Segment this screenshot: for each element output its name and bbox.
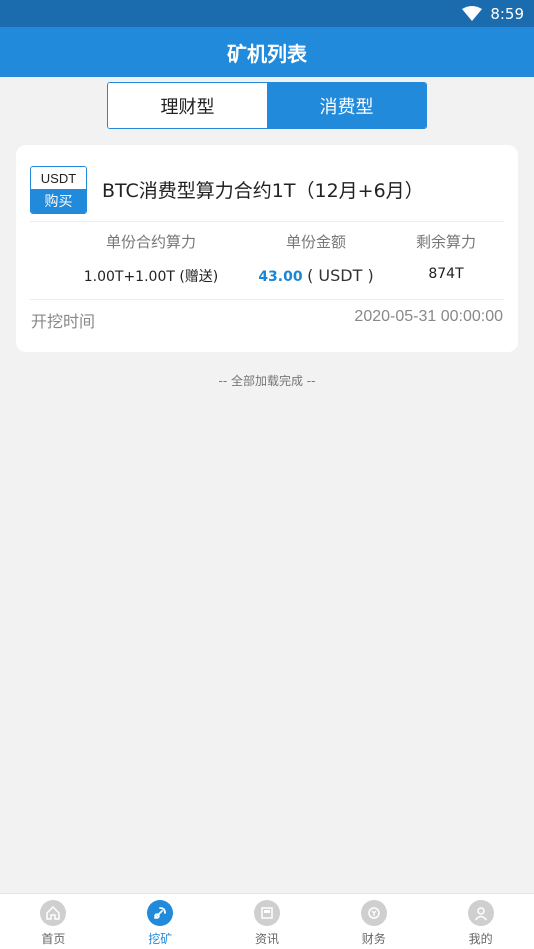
miner-title: BTC消费型算力合约1T（12月+6月）	[102, 180, 424, 202]
app-bar: 矿机列表	[0, 27, 534, 77]
miner-card[interactable]: USDT 购买 BTC消费型算力合约1T（12月+6月） 单份合约算力 1.00…	[16, 145, 518, 352]
unit-price-value: 43.00	[258, 269, 303, 285]
tab-mining[interactable]: 挖矿	[107, 894, 214, 949]
bottom-tab-bar: 首页 挖矿 资讯 财务 我的	[0, 893, 534, 949]
buy-badge[interactable]: USDT 购买	[30, 166, 87, 214]
remaining-hashrate-label: 剩余算力	[415, 233, 476, 251]
unit-price-column: 单份金额 43.00 ( USDT )	[246, 231, 386, 285]
buy-button[interactable]: 购买	[31, 189, 86, 213]
tab-finance[interactable]: 财务	[320, 894, 427, 949]
tab-finance-label: 财务	[361, 932, 386, 946]
tab-profile-label: 我的	[468, 932, 493, 946]
tab-wealth-type[interactable]: 理财型	[108, 83, 267, 128]
tab-news[interactable]: 资讯	[214, 894, 321, 949]
list-end-text: -- 全部加载完成 --	[218, 374, 316, 388]
tab-mining-label: 挖矿	[148, 932, 173, 946]
start-time-label: 开挖时间	[31, 312, 96, 331]
type-segmented-control: 理财型 消费型	[107, 82, 427, 129]
tab-home-label: 首页	[41, 932, 66, 946]
unit-hashrate-value: 1.00T+1.00T (赠送)	[83, 269, 219, 285]
divider	[30, 221, 504, 222]
unit-price-value-row: 43.00 ( USDT )	[246, 266, 386, 285]
tab-profile[interactable]: 我的	[427, 894, 534, 949]
badge-currency: USDT	[31, 167, 86, 189]
tab-consumption-type[interactable]: 消费型	[267, 83, 426, 128]
status-bar: 8:59	[0, 0, 534, 27]
remaining-hashrate-value: 874T	[428, 266, 464, 282]
unit-price-label: 单份金额	[285, 233, 346, 251]
divider	[30, 299, 504, 300]
start-time-value: 2020-05-31 00:00:00	[354, 308, 503, 325]
wifi-icon	[462, 5, 483, 22]
status-time: 8:59	[490, 4, 524, 23]
tab-home[interactable]: 首页	[0, 894, 107, 949]
remaining-hashrate-column: 剩余算力 874T	[396, 231, 496, 282]
profile-icon	[467, 900, 494, 926]
page-title: 矿机列表	[227, 41, 307, 66]
unit-price-unit: ( USDT )	[307, 266, 374, 285]
unit-hashrate-label: 单份合约算力	[105, 233, 196, 251]
mining-icon	[147, 900, 174, 926]
home-icon	[40, 900, 67, 926]
finance-icon	[360, 900, 387, 926]
news-icon	[253, 900, 280, 926]
unit-hashrate-column: 单份合约算力 1.00T+1.00T (赠送)	[81, 231, 221, 286]
tab-news-label: 资讯	[254, 932, 279, 946]
